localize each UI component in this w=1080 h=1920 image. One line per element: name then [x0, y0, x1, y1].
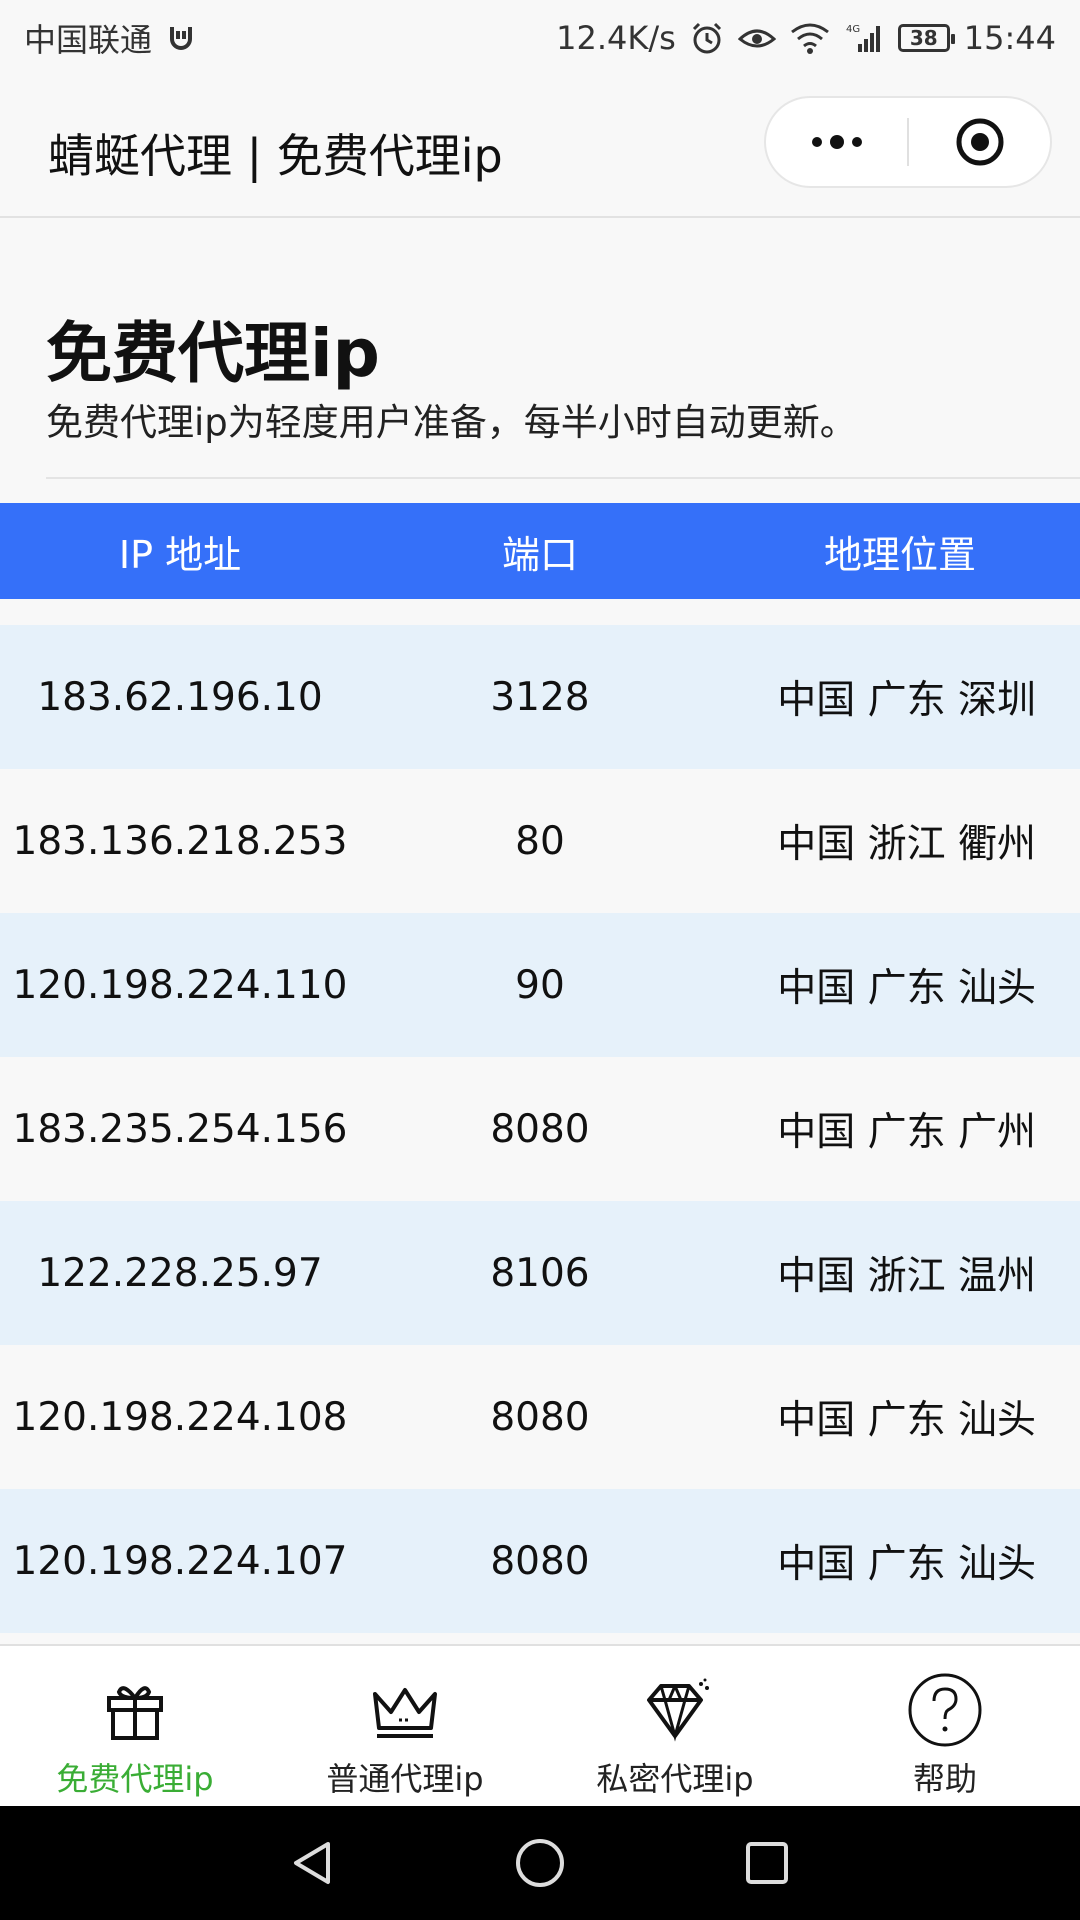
- eye-comfort-icon: [737, 23, 776, 53]
- location-cell: 中国 广东 汕头: [777, 966, 1036, 1011]
- location-cell: 中国 广东 广州: [777, 1110, 1036, 1155]
- recents-square-icon: [745, 1842, 788, 1884]
- port-cell: 90: [515, 962, 565, 1008]
- tab-free-proxy[interactable]: 免费代理ip: [0, 1646, 270, 1806]
- alarm-icon: [690, 21, 724, 55]
- column-header-ip: IP 地址: [118, 532, 242, 577]
- ip-cell: 183.62.196.10: [37, 674, 323, 720]
- network-type: 4G: [846, 24, 860, 35]
- status-left: 中国联通: [24, 15, 196, 61]
- location-cell: 中国 浙江 衢州: [777, 822, 1036, 867]
- mini-program-capsule: [764, 96, 1052, 188]
- ip-cell: 122.228.25.97: [37, 1250, 323, 1296]
- ip-cell: 120.198.224.107: [12, 1538, 348, 1584]
- tab-label: 普通代理ip: [326, 1760, 484, 1798]
- battery-level: 38: [909, 26, 938, 50]
- table-row[interactable]: 183.235.254.156 8080 中国 广东 广州: [0, 1057, 1080, 1201]
- signal-icon: 4G: [844, 22, 884, 54]
- status-bar: 中国联通 12.4K/s 4G 38 15:44: [0, 0, 1080, 76]
- table-row[interactable]: 183.62.196.10 3128 中国 广东 深圳: [0, 625, 1080, 769]
- column-header-port: 端口: [501, 532, 578, 577]
- location-cell: 中国 浙江 温州: [777, 1254, 1036, 1299]
- tab-private-proxy[interactable]: 私密代理ip: [540, 1646, 810, 1806]
- help-icon: [906, 1673, 984, 1747]
- table-row[interactable]: 120.198.224.107 8080 中国 广东 汕头: [0, 1489, 1080, 1633]
- usb-debug-icon: [166, 23, 196, 53]
- carrier-name: 中国联通: [24, 21, 153, 59]
- crown-icon: [369, 1674, 441, 1746]
- back-triangle-icon: [294, 1842, 331, 1884]
- gift-icon: [103, 1674, 167, 1746]
- header-divider: [46, 477, 1080, 479]
- clock: 15:44: [963, 19, 1056, 57]
- tab-help[interactable]: 帮助: [810, 1646, 1080, 1806]
- home-button[interactable]: [500, 1823, 580, 1903]
- back-button[interactable]: [273, 1823, 353, 1903]
- system-nav-bar: [0, 1806, 1080, 1920]
- ip-cell: 183.136.218.253: [12, 818, 348, 864]
- status-right: 12.4K/s 4G 38 15:44: [556, 19, 1056, 57]
- tab-label: 帮助: [912, 1760, 977, 1798]
- port-cell: 8106: [490, 1250, 590, 1296]
- port-cell: 8080: [490, 1394, 590, 1440]
- more-options-button[interactable]: [766, 98, 907, 186]
- page-title: 免费代理ip: [46, 315, 380, 392]
- tab-normal-proxy[interactable]: 普通代理ip: [270, 1646, 540, 1806]
- network-speed: 12.4K/s: [556, 19, 676, 57]
- location-cell: 中国 广东 深圳: [777, 678, 1036, 723]
- port-cell: 3128: [490, 674, 590, 720]
- page-subtitle: 免费代理ip为轻度用户准备，每半小时自动更新。: [46, 401, 857, 444]
- more-dots-icon: [811, 135, 862, 149]
- close-mini-program-button[interactable]: [909, 98, 1050, 186]
- tab-label: 私密代理ip: [596, 1760, 754, 1798]
- ip-cell: 120.198.224.110: [12, 962, 348, 1008]
- port-cell: 80: [515, 818, 565, 864]
- target-circle-icon: [956, 118, 1003, 166]
- app-title: 蜻蜓代理 | 免费代理ip: [48, 129, 503, 183]
- location-cell: 中国 广东 汕头: [777, 1542, 1036, 1587]
- title-bar: 蜻蜓代理 | 免费代理ip: [0, 76, 1080, 218]
- location-cell: 中国 广东 汕头: [777, 1398, 1036, 1443]
- port-cell: 8080: [490, 1106, 590, 1152]
- table-row[interactable]: 183.136.218.253 80 中国 浙江 衢州: [0, 769, 1080, 913]
- table-header: IP 地址 端口 地理位置: [0, 503, 1080, 599]
- table-row[interactable]: 120.198.224.108 8080 中国 广东 汕头: [0, 1345, 1080, 1489]
- ip-cell: 183.235.254.156: [12, 1106, 348, 1152]
- diamond-icon: [639, 1674, 711, 1746]
- column-header-location: 地理位置: [823, 532, 976, 577]
- recents-button[interactable]: [727, 1823, 807, 1903]
- bottom-tab-bar: 免费代理ip 普通代理ip 私密代理ip 帮助: [0, 1644, 1080, 1806]
- wifi-icon: [790, 22, 830, 54]
- ip-cell: 120.198.224.108: [12, 1394, 348, 1440]
- home-circle-icon: [515, 1839, 564, 1887]
- table-row[interactable]: 122.228.25.97 8106 中国 浙江 温州: [0, 1201, 1080, 1345]
- port-cell: 8080: [490, 1538, 590, 1584]
- table-row[interactable]: 120.198.224.110 90 中国 广东 汕头: [0, 913, 1080, 1057]
- battery-icon: 38: [897, 24, 955, 52]
- tab-label: 免费代理ip: [56, 1760, 214, 1798]
- proxy-table-body: 183.62.196.10 3128 中国 广东 深圳 183.136.218.…: [0, 625, 1080, 1633]
